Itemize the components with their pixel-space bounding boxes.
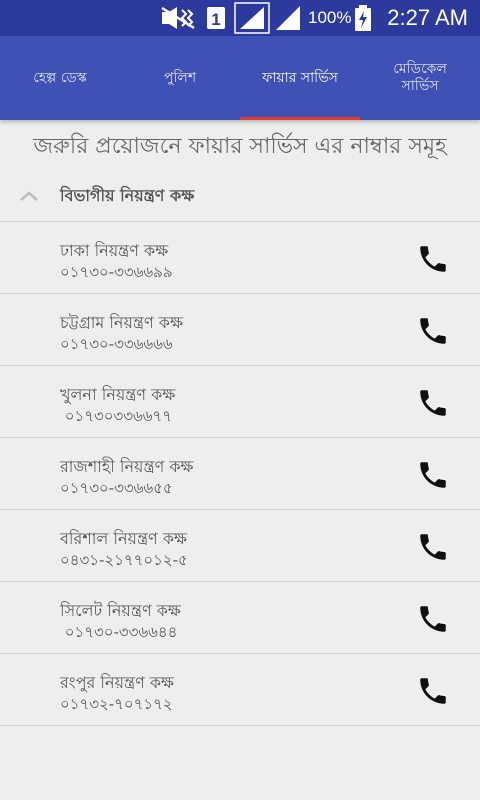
list-item: খুলনা নিয়ন্ত্রণ কক্ষ ০১৭৩০৩৩৬৬৭৭ xyxy=(0,366,480,438)
signal-icon xyxy=(234,0,270,36)
contact-number: ০১৭৩২-৭০৭১৭২ xyxy=(60,695,173,713)
divider xyxy=(0,725,480,726)
tab-help-desk[interactable]: হেল্প ডেস্ক xyxy=(0,36,120,120)
sim-label: 1 xyxy=(211,10,220,29)
chevron-up-icon[interactable] xyxy=(18,186,40,206)
active-tab-indicator xyxy=(240,117,360,120)
status-bar: 1 100% 2:27 AM xyxy=(0,0,480,36)
phone-icon[interactable] xyxy=(414,672,452,710)
phone-icon[interactable] xyxy=(414,240,452,278)
list-item: বরিশাল নিয়ন্ত্রণ কক্ষ ০৪৩১-২১৭৭০১২-৫ xyxy=(0,510,480,582)
phone-icon[interactable] xyxy=(414,456,452,494)
group-title: বিভাগীয় নিয়ন্ত্রণ কক্ষ xyxy=(60,186,195,205)
list-item: রংপুর নিয়ন্ত্রণ কক্ষ ০১৭৩২-৭০৭১৭২ xyxy=(0,654,480,726)
contact-number: ০১৭৩০-৩৩৬৬৯৯ xyxy=(60,263,173,281)
list-item: রাজশাহী নিয়ন্ত্রণ কক্ষ ০১৭৩০-৩৩৬৬৫৫ xyxy=(0,438,480,510)
tab-fire-service[interactable]: ফায়ার সার্ভিস xyxy=(240,36,360,120)
battery-percent: 100% xyxy=(308,8,352,27)
list-item: চট্টগ্রাম নিয়ন্ত্রণ কক্ষ ০১৭৩০-৩৩৬৬৬৬ xyxy=(0,294,480,366)
contact-number: ০৪৩১-২১৭৭০১২-৫ xyxy=(60,551,188,569)
phone-icon[interactable] xyxy=(414,312,452,350)
mute-vibrate-icon xyxy=(160,0,196,36)
tab-bar: হেল্প ডেস্ক পুলিশ ফায়ার সার্ভিস মেডিকেল… xyxy=(0,36,480,120)
phone-icon[interactable] xyxy=(414,384,452,422)
contact-number: ০১৭৩০-৩৩৬৬৬৬ xyxy=(60,335,173,353)
page-title: জরুরি প্রয়োজনে ফায়ার সার্ভিস এর নাম্বা… xyxy=(33,133,447,159)
signal-icon xyxy=(274,0,302,36)
tab-police[interactable]: পুলিশ xyxy=(120,36,240,120)
contact-number: ০১৭৩০-৩৩৬৬৪৪ xyxy=(60,623,178,641)
phone-icon[interactable] xyxy=(414,600,452,638)
list-item: ঢাকা নিয়ন্ত্রণ কক্ষ ০১৭৩০-৩৩৬৬৯৯ xyxy=(0,222,480,294)
tab-medical-service[interactable]: মেডিকেল সার্ভিস xyxy=(360,36,480,120)
battery-charging-icon xyxy=(354,0,372,36)
phone-icon[interactable] xyxy=(414,528,452,566)
contact-number: ০১৭৩০-৩৩৬৬৫৫ xyxy=(60,479,173,497)
contact-number: ০১৭৩০৩৩৬৬৭৭ xyxy=(60,407,173,425)
sim-1-icon: 1 xyxy=(206,0,226,36)
list-item: সিলেট নিয়ন্ত্রণ কক্ষ ০১৭৩০-৩৩৬৬৪৪ xyxy=(0,582,480,654)
group-header[interactable]: বিভাগীয় নিয়ন্ত্রণ কক্ষ xyxy=(0,172,480,221)
clock: 2:27 AM xyxy=(387,5,468,30)
